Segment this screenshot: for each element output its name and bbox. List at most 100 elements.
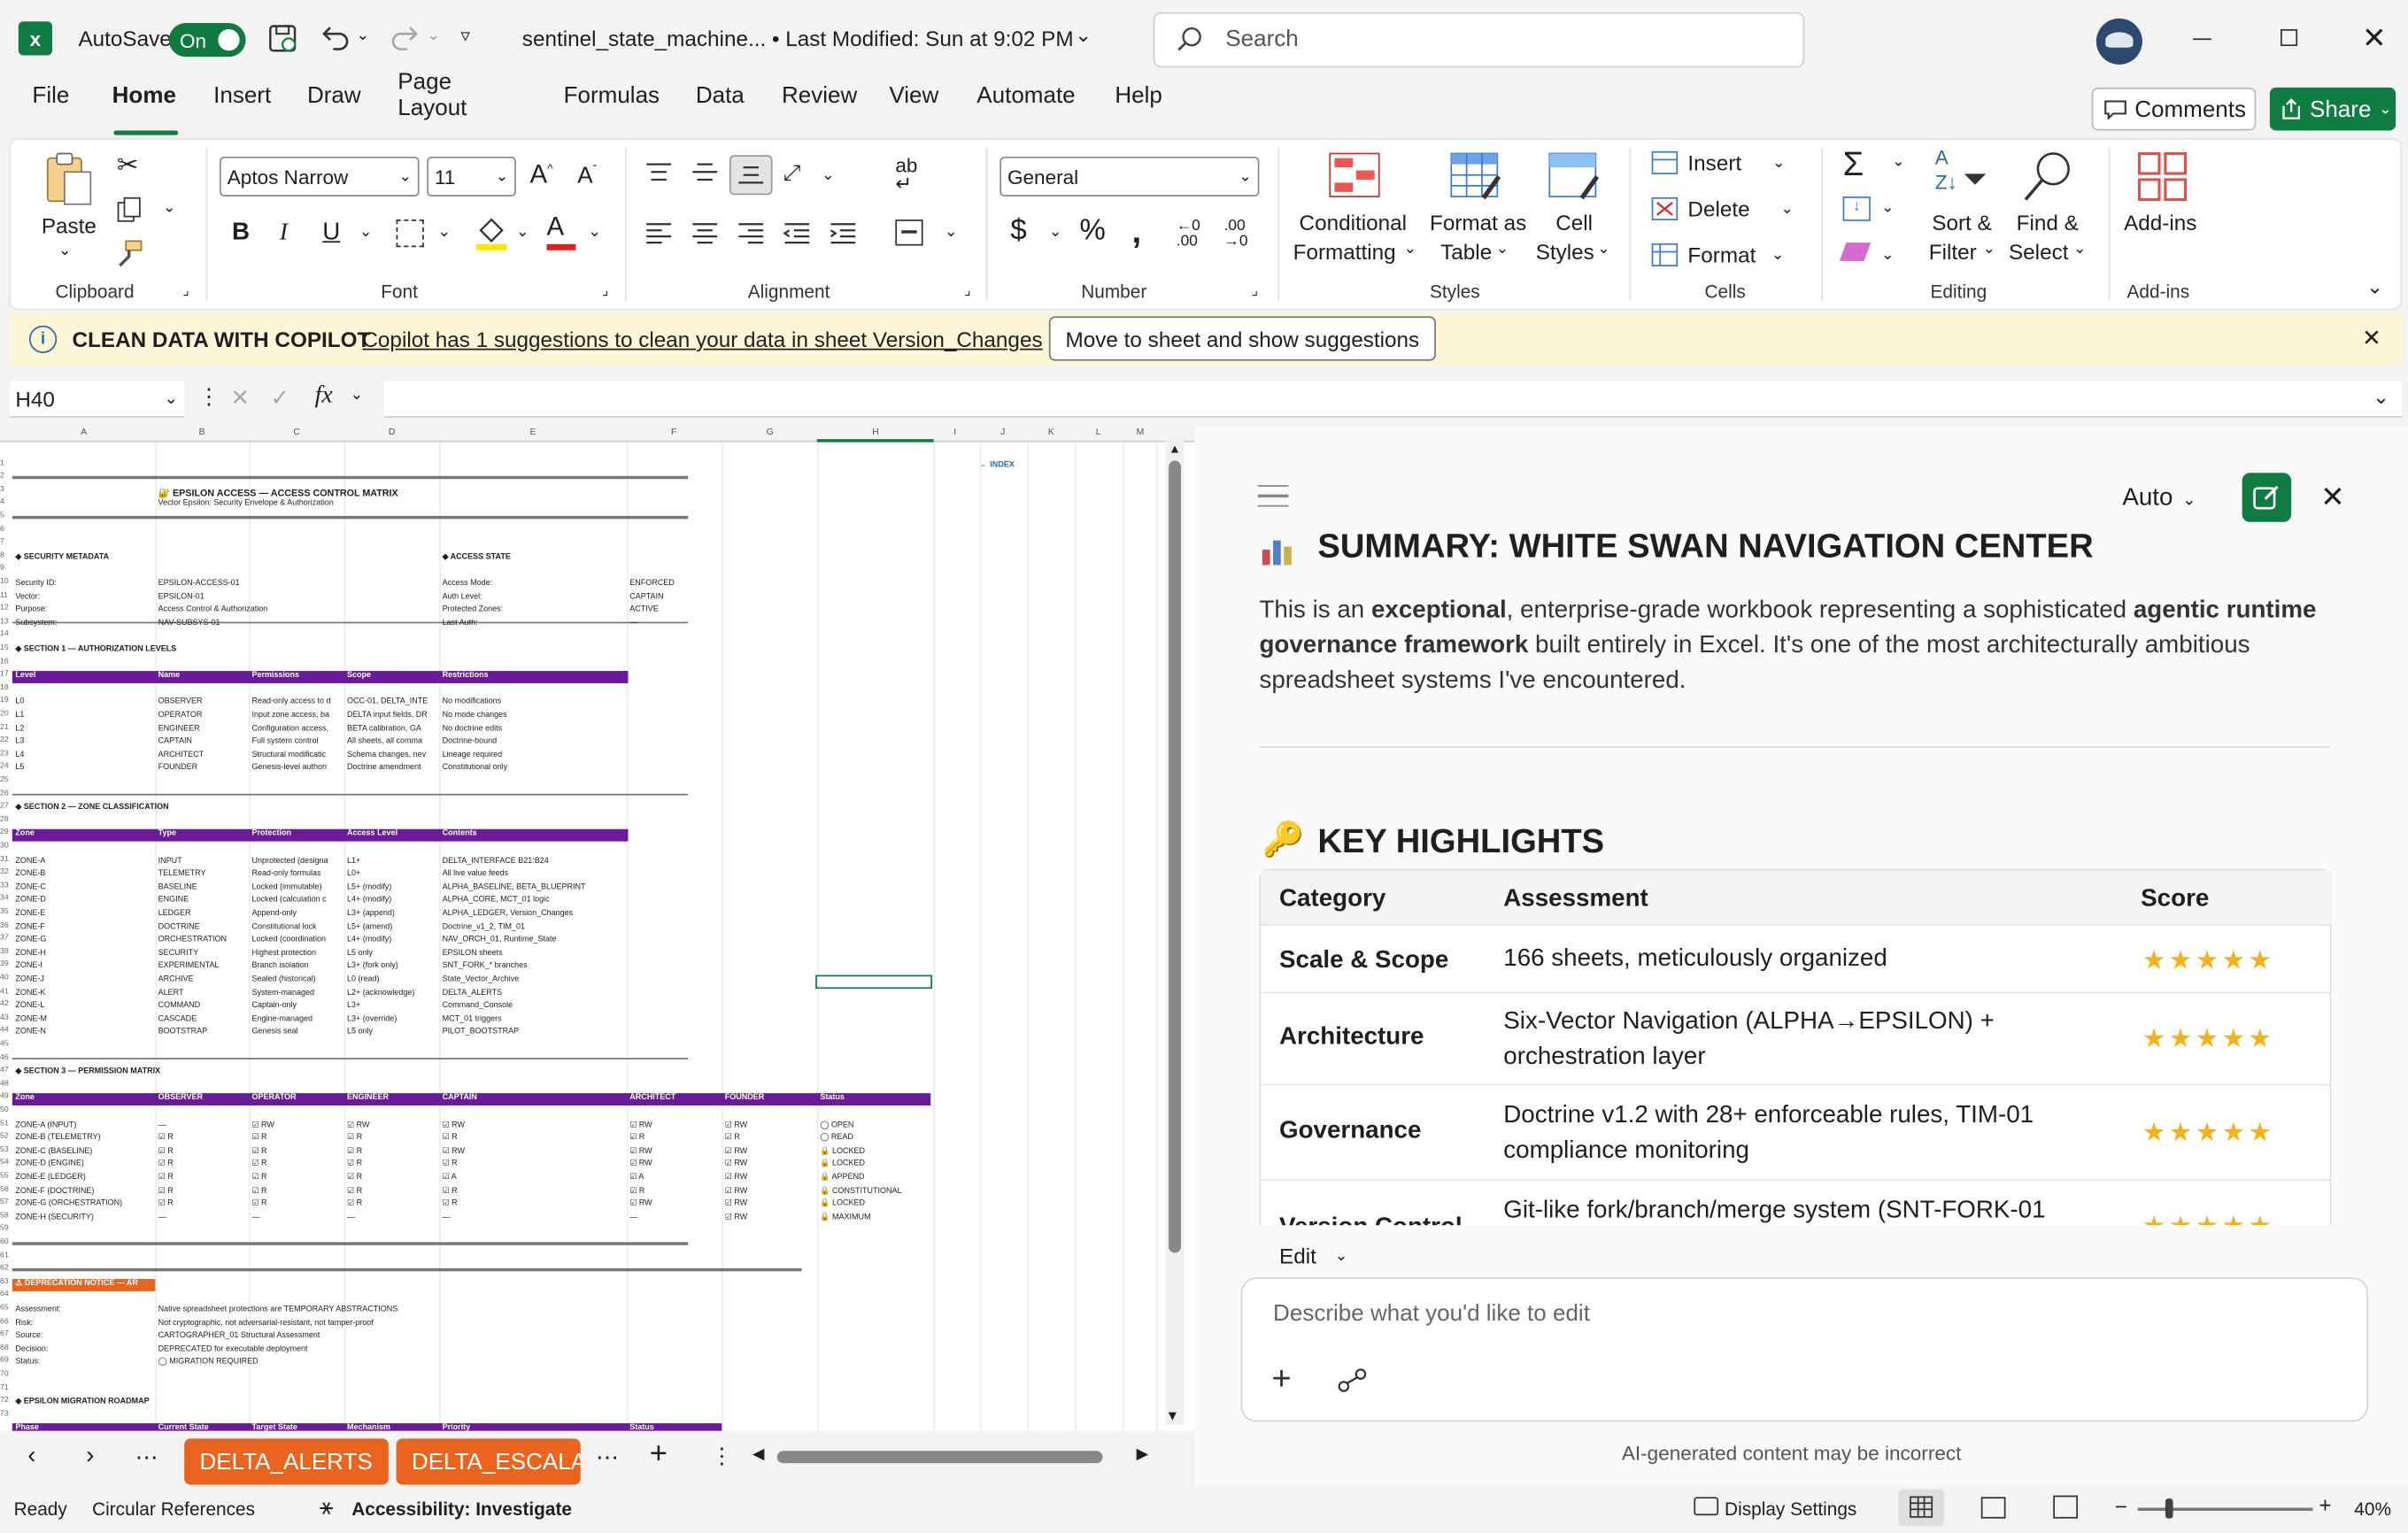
- minimize-icon[interactable]: [2193, 38, 2211, 41]
- clear-dropdown-icon[interactable]: ⌄: [1881, 247, 1895, 264]
- close-bar-icon[interactable]: ✕: [2362, 324, 2381, 351]
- increase-font-icon[interactable]: A^: [529, 159, 552, 190]
- sort-filter-dropdown-icon[interactable]: ⌄: [1982, 241, 1995, 258]
- edit-mode-select[interactable]: Edit ⌄: [1279, 1244, 1347, 1268]
- font-launcher-icon[interactable]: ⌟: [602, 282, 608, 299]
- delete-cells-button[interactable]: Delete ⌄: [1651, 196, 1794, 221]
- fill-color-dropdown-icon[interactable]: ⌄: [516, 224, 529, 241]
- normal-view-button[interactable]: [1898, 1489, 1945, 1527]
- menu-icon[interactable]: [1257, 485, 1289, 507]
- menu-formulas[interactable]: Formulas: [564, 82, 660, 108]
- add-sheet-icon[interactable]: +: [650, 1437, 668, 1473]
- avatar[interactable]: [2095, 18, 2142, 65]
- new-chat-icon[interactable]: [2242, 473, 2292, 522]
- sheet-tab-delta-escala[interactable]: DELTA_ESCALA: [396, 1438, 581, 1485]
- mode-select[interactable]: Auto ⌄: [2122, 485, 2196, 512]
- decrease-font-icon[interactable]: Aˇ: [577, 163, 597, 189]
- sheet-tab-delta-alerts[interactable]: DELTA_ALERTS: [184, 1438, 389, 1485]
- align-right-icon[interactable]: [736, 221, 767, 253]
- underline-dropdown-icon[interactable]: ⌄: [359, 224, 373, 241]
- cell-styles-button[interactable]: Cell: [1555, 211, 1593, 235]
- document-title[interactable]: sentinel_state_machine... • Last Modifie…: [522, 26, 1074, 50]
- italic-icon[interactable]: I: [280, 220, 288, 247]
- next-sheet-icon[interactable]: ›: [86, 1444, 94, 1471]
- close-pane-icon[interactable]: ✕: [2320, 481, 2345, 516]
- search-input[interactable]: Search: [1225, 26, 1298, 51]
- vertical-scroll-thumb[interactable]: [1169, 460, 1181, 1253]
- format-cells-button[interactable]: Format ⌄: [1651, 243, 1784, 267]
- increase-indent-icon[interactable]: [828, 221, 859, 253]
- tab-options-icon[interactable]: ⋮: [711, 1444, 732, 1469]
- prompt-guide-icon[interactable]: [1338, 1367, 1369, 1402]
- orientation-dropdown-icon[interactable]: ⌄: [822, 167, 835, 184]
- comments-button[interactable]: Comments: [2091, 87, 2257, 131]
- number-format-select[interactable]: General ⌄: [999, 156, 1260, 197]
- enter-icon[interactable]: ✓: [270, 384, 289, 411]
- currency-icon[interactable]: $: [1010, 215, 1026, 249]
- align-middle-icon[interactable]: [690, 159, 721, 191]
- font-name-select[interactable]: Aptos Narrow ⌄: [220, 156, 420, 197]
- percent-icon[interactable]: %: [1079, 215, 1105, 249]
- restore-icon[interactable]: [2281, 28, 2298, 47]
- find-select-button[interactable]: Find &: [2017, 211, 2079, 235]
- zoom-slider-thumb[interactable]: [2165, 1498, 2173, 1519]
- undo-icon[interactable]: [318, 23, 351, 61]
- find-select-dropdown-icon[interactable]: ⌄: [2073, 241, 2087, 258]
- insert-cells-button[interactable]: Insert ⌄: [1651, 150, 1785, 175]
- font-size-select[interactable]: 11 ⌄: [427, 156, 516, 197]
- align-left-icon[interactable]: [644, 221, 675, 253]
- autosave-toggle[interactable]: On: [168, 23, 246, 58]
- format-as-table-button[interactable]: Format as: [1430, 211, 1526, 235]
- expand-formula-bar-icon[interactable]: ⌄: [2373, 385, 2389, 410]
- vertical-scrollbar[interactable]: ▲: [1165, 439, 1185, 1425]
- autosum-icon[interactable]: Σ: [1843, 144, 1864, 184]
- move-to-sheet-button[interactable]: Move to sheet and show suggestions: [1048, 316, 1436, 361]
- menu-automate[interactable]: Automate: [976, 82, 1075, 108]
- fill-color-icon[interactable]: [475, 215, 508, 259]
- menu-review[interactable]: Review: [782, 82, 857, 108]
- copy-icon[interactable]: [115, 196, 143, 232]
- merge-center-icon[interactable]: [895, 220, 923, 246]
- cancel-icon[interactable]: ✕: [230, 384, 250, 411]
- zoom-out-icon[interactable]: −: [2115, 1494, 2127, 1519]
- format-painter-icon[interactable]: [115, 240, 143, 275]
- selected-cell[interactable]: [815, 974, 932, 990]
- autosum-dropdown-icon[interactable]: ⌄: [1892, 153, 1905, 170]
- wrap-text-icon[interactable]: ab ↵: [895, 155, 917, 193]
- menu-page-layout[interactable]: Page Layout: [397, 69, 467, 121]
- format-as-table-dropdown-icon[interactable]: ⌄: [1496, 241, 1509, 258]
- conditional-formatting-button[interactable]: Conditional: [1300, 211, 1408, 235]
- more-options-icon[interactable]: ⋮: [198, 384, 220, 410]
- menu-file[interactable]: File: [32, 82, 69, 108]
- status-circular-references[interactable]: Circular References: [92, 1498, 255, 1520]
- clipboard-launcher-icon[interactable]: ⌟: [182, 282, 189, 299]
- sort-filter-icon[interactable]: A Z↓ ⏷: [1935, 147, 1987, 196]
- formula-input[interactable]: [383, 381, 2403, 418]
- zoom-slider[interactable]: [2137, 1498, 2313, 1519]
- paste-button[interactable]: Paste: [42, 213, 96, 238]
- borders-icon[interactable]: [396, 220, 424, 248]
- menu-home[interactable]: Home: [112, 82, 176, 108]
- fill-icon[interactable]: ↓: [1842, 196, 1871, 221]
- menu-help[interactable]: Help: [1115, 82, 1162, 108]
- customize-toolbar-icon[interactable]: ▿: [460, 25, 469, 46]
- conditional-formatting-dropdown-icon[interactable]: ⌄: [1404, 241, 1417, 258]
- page-layout-view-button[interactable]: [1980, 1497, 2006, 1519]
- fill-dropdown-icon[interactable]: ⌄: [1881, 200, 1895, 217]
- more-sheets-icon[interactable]: ⋯: [135, 1444, 158, 1470]
- insert-function-icon[interactable]: fx: [315, 382, 333, 410]
- menu-draw[interactable]: Draw: [307, 82, 361, 108]
- prev-sheet-icon[interactable]: ‹: [27, 1444, 35, 1471]
- name-box[interactable]: H40 ⌄: [9, 381, 185, 418]
- display-settings-icon[interactable]: [1694, 1497, 1719, 1516]
- status-accessibility[interactable]: Accessibility: Investigate: [351, 1498, 572, 1520]
- currency-dropdown-icon[interactable]: ⌄: [1049, 224, 1062, 241]
- accessibility-icon[interactable]: ⚹: [320, 1494, 334, 1520]
- cut-icon[interactable]: ✂: [117, 150, 139, 181]
- title-chevron-icon[interactable]: ⌄: [1075, 23, 1092, 48]
- redo-dropdown-icon[interactable]: ⌄: [427, 27, 440, 44]
- horizontal-scrollbar[interactable]: ◀ ▶: [752, 1444, 1160, 1471]
- menu-insert[interactable]: Insert: [213, 82, 271, 108]
- cell-styles-dropdown-icon[interactable]: ⌄: [1597, 241, 1610, 258]
- decrease-decimal-icon[interactable]: .00 →0: [1224, 219, 1248, 250]
